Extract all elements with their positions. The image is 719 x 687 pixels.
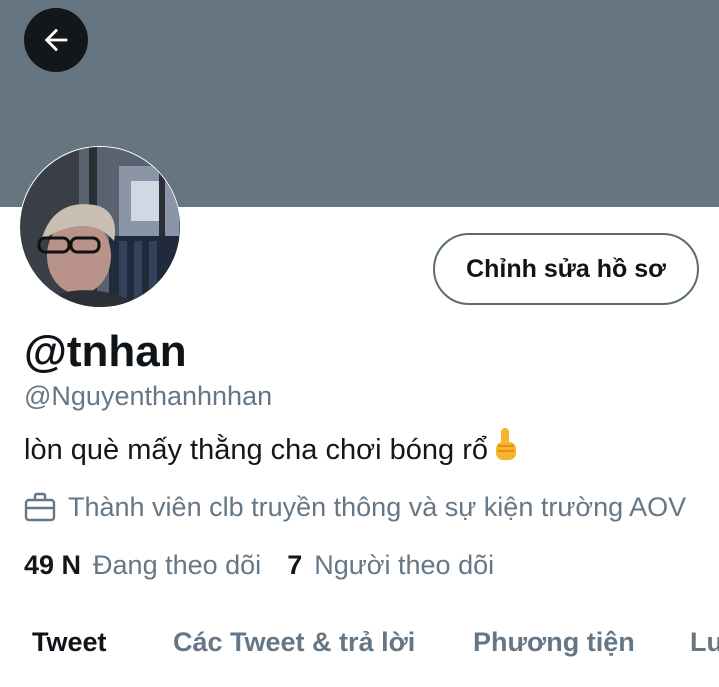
following-label: Đang theo dõi — [93, 550, 262, 580]
tab-tweets-and-replies[interactable]: Các Tweet & trả lời — [173, 622, 415, 662]
following-count: 49 N — [24, 550, 82, 580]
profession-row: Thành viên clb truyền thông và sự kiện t… — [24, 490, 686, 524]
bio: lòn què mấy thằng cha chơi bóng rổ — [24, 428, 520, 471]
username-handle: @Nguyenthanhnhan — [24, 381, 273, 411]
profile-tabs: Tweet Các Tweet & trả lời Phương tiện Lu — [0, 622, 719, 672]
bio-text: lòn què mấy thằng cha chơi bóng rổ — [24, 433, 488, 466]
tab-tweets[interactable]: Tweet — [32, 622, 107, 662]
follow-stats: 49 N Đang theo dõi 7 Người theo dõi — [24, 548, 494, 582]
followers-link[interactable]: 7 Người theo dõi — [287, 548, 494, 582]
briefcase-icon — [24, 492, 56, 522]
arrow-left-icon — [44, 28, 68, 52]
followers-label: Người theo dõi — [314, 550, 495, 580]
edit-profile-button[interactable]: Chỉnh sửa hồ sơ — [433, 233, 699, 305]
back-button[interactable] — [24, 8, 88, 72]
profession-text: Thành viên clb truyền thông và sự kiện t… — [68, 492, 687, 522]
pointing-up-emoji-icon — [492, 428, 520, 471]
following-link[interactable]: 49 N Đang theo dõi — [24, 548, 261, 582]
tab-likes[interactable]: Lu — [690, 622, 719, 662]
tab-media[interactable]: Phương tiện — [473, 622, 635, 662]
avatar-photo — [20, 147, 180, 307]
avatar[interactable] — [19, 146, 181, 308]
display-name: @tnhan — [24, 327, 187, 376]
followers-count: 7 — [287, 550, 303, 580]
